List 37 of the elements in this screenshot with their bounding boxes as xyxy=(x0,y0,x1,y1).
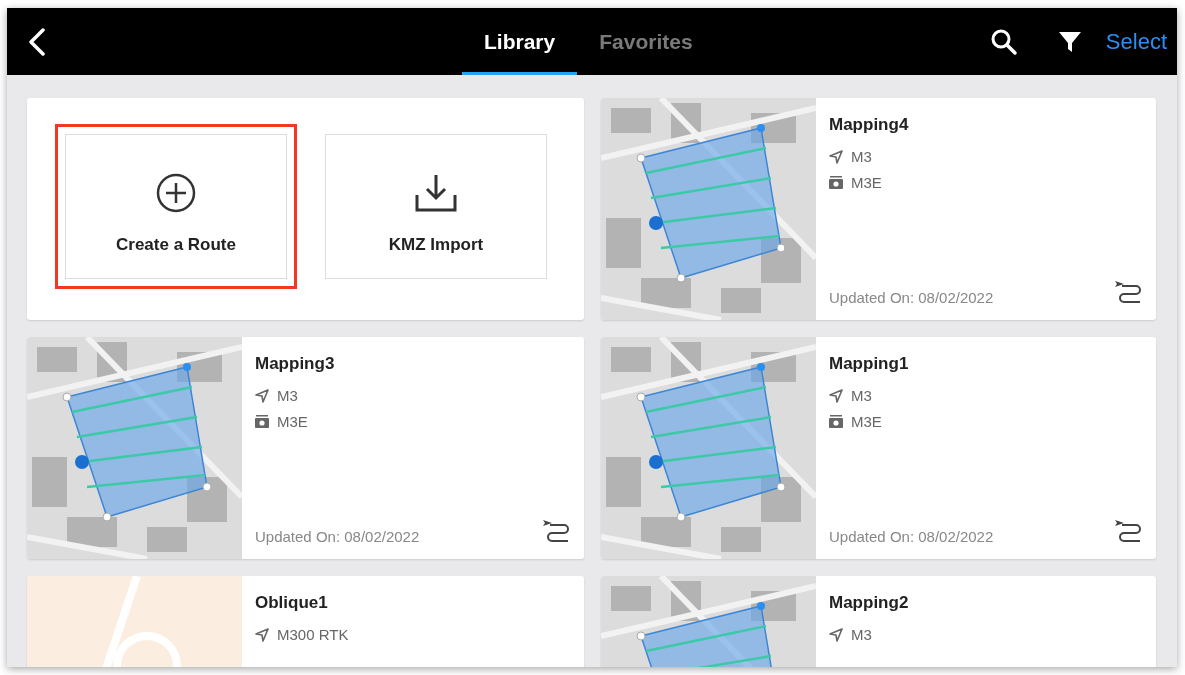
updated-date: Updated On: 08/02/2022 xyxy=(829,289,994,306)
filter-icon[interactable] xyxy=(1057,29,1082,54)
aircraft-model: M3 xyxy=(851,387,872,404)
camera-model: M3E xyxy=(277,413,308,430)
updated-date: Updated On: 08/02/2022 xyxy=(255,528,420,545)
route-name: Mapping1 xyxy=(829,354,910,374)
aircraft-model: M3 xyxy=(851,626,872,643)
download-icon xyxy=(414,172,458,213)
navigation-arrow-icon xyxy=(255,627,269,642)
route-path-icon xyxy=(1114,280,1142,304)
route-path-icon xyxy=(542,519,570,543)
route-name: Mapping3 xyxy=(255,354,336,374)
navigation-arrow-icon xyxy=(255,388,269,403)
tab[interactable]: Library xyxy=(462,8,578,75)
camera-model: M3E xyxy=(851,413,882,430)
route-path-icon xyxy=(1114,519,1142,543)
camera-model: M3E xyxy=(851,174,882,191)
create-route-button[interactable]: Create a Route xyxy=(65,134,287,279)
route-name: Oblique1 xyxy=(255,593,329,613)
route-name: Mapping4 xyxy=(829,115,910,135)
tab[interactable]: Favorites xyxy=(577,8,715,75)
aircraft-model: M300 RTK xyxy=(277,626,349,643)
plus-circle-icon xyxy=(156,172,196,213)
camera-icon xyxy=(829,176,843,189)
import-button[interactable]: KMZ Import xyxy=(325,134,547,279)
navigation-arrow-icon xyxy=(829,388,843,403)
navigation-arrow-icon xyxy=(829,149,843,164)
updated-date: Updated On: 08/02/2022 xyxy=(829,528,994,545)
navigation-arrow-icon xyxy=(829,627,843,642)
select-button[interactable]: Select xyxy=(1105,28,1167,55)
search-icon[interactable] xyxy=(989,27,1018,56)
camera-icon xyxy=(829,415,843,428)
aircraft-model: M3 xyxy=(851,148,872,165)
camera-icon xyxy=(255,415,269,428)
route-name: Mapping2 xyxy=(829,593,910,613)
back-icon[interactable] xyxy=(27,28,47,56)
aircraft-model: M3 xyxy=(277,387,298,404)
